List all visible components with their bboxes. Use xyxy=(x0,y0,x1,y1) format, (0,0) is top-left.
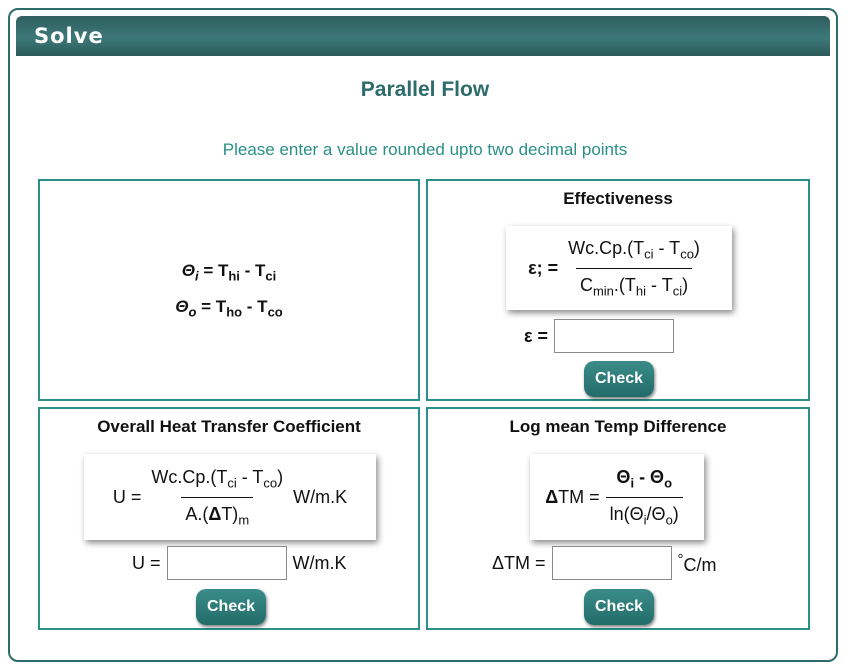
overall-u-input-unit: W/m.K xyxy=(292,552,347,573)
lmtd-panel: Log mean Temp Difference ΔTM = Θi - Θo l… xyxy=(426,407,810,630)
theta-o-definition: Θo = Tho - Tco xyxy=(175,297,283,320)
effectiveness-input-label: ε = xyxy=(524,325,549,346)
lmtd-input-unit: °C/m xyxy=(677,550,717,575)
lmtd-check-button[interactable]: Check xyxy=(584,589,654,625)
effectiveness-numerator: Wc.Cp.(Tci - Tco) xyxy=(568,237,700,262)
theta-i-definition: Θi = Thi - Tci xyxy=(181,261,277,284)
effectiveness-title: Effectiveness xyxy=(563,189,673,208)
definitions: Θi = Thi - Tci Θo = Tho - Tco xyxy=(40,261,418,334)
effectiveness-denominator: Cmin.(Thi - Tci) xyxy=(575,267,693,298)
lmtd-title: Log mean Temp Difference xyxy=(509,417,727,436)
overall-u-unit: W/m.K xyxy=(293,486,348,507)
effectiveness-formula: ε; = Wc.Cp.(Tci - Tco) Cmin.(Thi - Tci) xyxy=(506,226,732,310)
page-heading: Parallel Flow xyxy=(360,78,490,101)
overall-u-panel: Overall Heat Transfer Coefficient U = Wc… xyxy=(38,407,420,630)
effectiveness-input-row: ε = xyxy=(524,319,680,353)
lmtd-input-label: ΔTM = xyxy=(492,552,546,573)
window-title: Solve xyxy=(16,16,830,56)
overall-u-input[interactable] xyxy=(166,546,287,580)
overall-u-check-button[interactable]: Check xyxy=(196,589,266,625)
definitions-panel: Θi = Thi - Tci Θo = Tho - Tco xyxy=(38,179,420,401)
lmtd-formula: ΔTM = Θi - Θo ln(Θi/Θo) xyxy=(530,454,704,540)
lmtd-input-row: ΔTM = °C/m xyxy=(492,546,717,580)
overall-u-input-label: U = xyxy=(132,552,161,573)
overall-u-numerator: Wc.Cp.(Tci - Tco) xyxy=(151,466,284,491)
overall-u-formula: U = Wc.Cp.(Tci - Tco) A.(ΔT)m W/m.K xyxy=(84,454,376,540)
overall-u-input-row: U = W/m.K xyxy=(132,546,347,580)
lmtd-denominator: ln(Θi/Θo) xyxy=(605,496,683,527)
overall-u-denominator: A.(ΔT)m xyxy=(181,496,254,527)
effectiveness-panel: Effectiveness ε; = Wc.Cp.(Tci - Tco) Cmi… xyxy=(426,179,810,401)
lmtd-numerator: Θi - Θo xyxy=(616,466,673,491)
effectiveness-input[interactable] xyxy=(554,319,675,353)
instruction-text: Please enter a value rounded upto two de… xyxy=(222,140,628,159)
lmtd-input[interactable] xyxy=(551,546,672,580)
overall-u-title: Overall Heat Transfer Coefficient xyxy=(97,417,361,436)
effectiveness-check-button[interactable]: Check xyxy=(584,361,654,397)
